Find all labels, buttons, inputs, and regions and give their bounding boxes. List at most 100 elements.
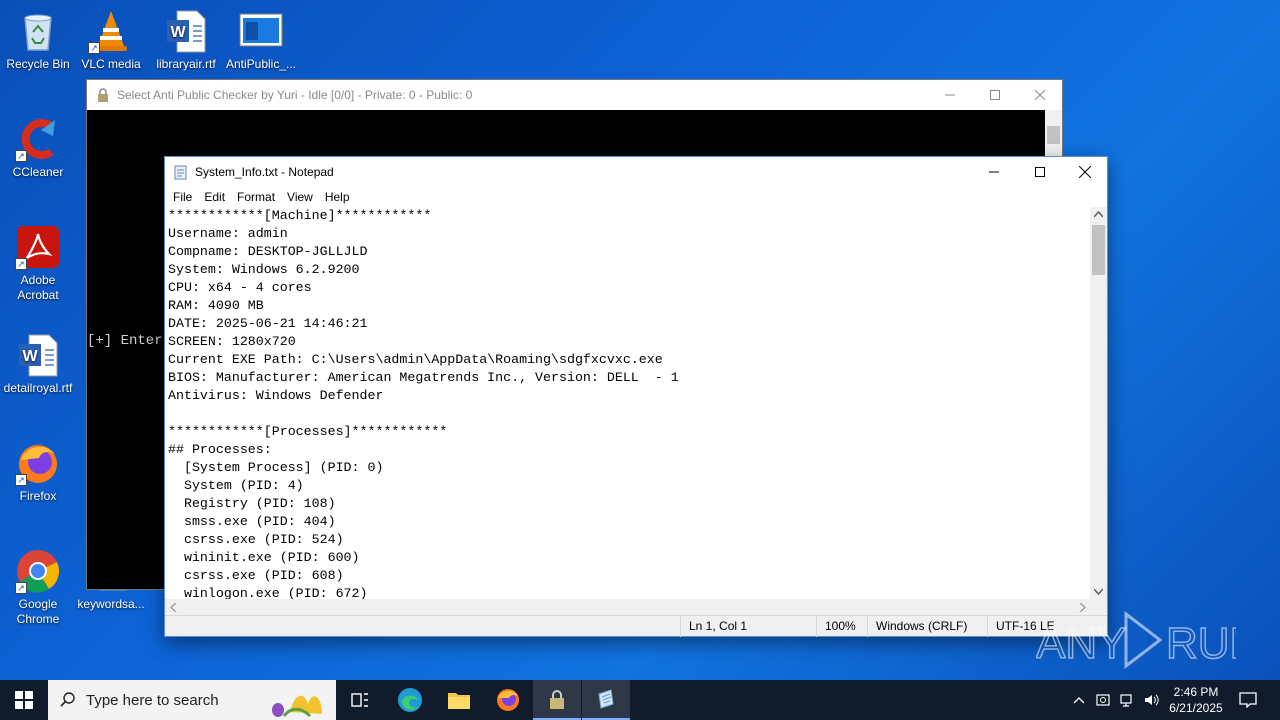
taskbar-file-explorer[interactable]	[435, 680, 483, 720]
text-line: BIOS: Manufacturer: American Megatrends …	[168, 370, 679, 385]
security-icon	[1096, 694, 1110, 706]
clock[interactable]: 2:46 PM 6/21/2025	[1164, 680, 1228, 720]
volume-icon	[1145, 694, 1159, 706]
text-line: [System Process] (PID: 0)	[168, 460, 384, 475]
text-line: csrss.exe (PID: 608)	[168, 568, 344, 583]
text-line: Username: admin	[168, 226, 288, 241]
text-line: smss.exe (PID: 404)	[168, 514, 336, 529]
tray-volume[interactable]	[1140, 680, 1162, 720]
minimize-button[interactable]	[971, 157, 1017, 187]
desktop-icon-vlc[interactable]: ↗ VLC media	[73, 8, 149, 72]
recycle-bin-icon	[15, 8, 61, 54]
maximize-icon	[1035, 167, 1045, 177]
menu-help[interactable]: Help	[319, 190, 356, 204]
start-button[interactable]	[0, 680, 48, 720]
antipublic-titlebar[interactable]: Select Anti Public Checker by Yuri - Idl…	[87, 80, 1062, 110]
notifications-button[interactable]	[1234, 680, 1262, 720]
search-placeholder: Type here to search	[86, 691, 219, 709]
notepad-title: System_Info.txt - Notepad	[195, 165, 334, 179]
folder-icon	[448, 693, 470, 709]
edge-icon	[398, 688, 422, 712]
maximize-button[interactable]	[972, 80, 1018, 110]
taskbar-edge[interactable]	[386, 680, 434, 720]
taskbar-firefox[interactable]	[484, 680, 532, 720]
text-line: Antivirus: Windows Defender	[168, 388, 384, 403]
clock-date: 6/21/2025	[1169, 701, 1223, 715]
notification-icon	[1239, 692, 1257, 708]
menu-view[interactable]: View	[281, 190, 319, 204]
desktop-icon-firefox[interactable]: ↗ Firefox	[0, 440, 76, 504]
menu-file[interactable]: File	[167, 190, 198, 204]
text-line: csrss.exe (PID: 524)	[168, 532, 344, 547]
play-triangle-icon	[1124, 610, 1163, 670]
taskbar-antipublic[interactable]	[533, 680, 581, 720]
padlock-icon	[95, 87, 111, 103]
scroll-up-icon[interactable]	[1094, 211, 1103, 218]
text-line	[168, 405, 1091, 423]
horizontal-scrollbar[interactable]	[165, 599, 1091, 616]
text-line: wininit.exe (PID: 600)	[168, 550, 360, 565]
menu-edit[interactable]: Edit	[198, 190, 231, 204]
minimize-icon	[945, 94, 955, 96]
text-editor[interactable]: ************[Machine]************ Usernam…	[165, 207, 1091, 599]
desktop-icon-acrobat[interactable]: ↗ Adobe Acrobat	[0, 224, 76, 303]
desktop-icon-ccleaner[interactable]: ↗ CCleaner	[0, 116, 76, 180]
text-line: winlogon.exe (PID: 672)	[168, 586, 368, 599]
vertical-scrollbar[interactable]	[1090, 207, 1107, 599]
close-button[interactable]	[1062, 157, 1108, 187]
scroll-left-icon[interactable]	[170, 603, 177, 612]
tray-show-hidden[interactable]	[1068, 680, 1090, 720]
status-position: Ln 1, Col 1	[680, 616, 747, 637]
text-line: Compname: DESKTOP-JGLLJLD	[168, 244, 368, 259]
task-view-button[interactable]	[336, 680, 384, 720]
scrollbar-thumb[interactable]	[1047, 126, 1060, 144]
text-line: ************[Processes]************	[168, 424, 448, 439]
svg-text:W: W	[170, 24, 186, 41]
tray-security[interactable]	[1092, 680, 1114, 720]
console-output: [+] Enter	[87, 333, 163, 349]
anyrun-watermark: ANY RUN	[1035, 608, 1262, 672]
firefox-icon	[497, 689, 519, 711]
scroll-down-icon[interactable]	[1094, 588, 1103, 595]
text-line: DATE: 2025-06-21 14:46:21	[168, 316, 368, 331]
text-line: System: Windows 6.2.9200	[168, 262, 360, 277]
taskbar: Type here to search 2:46 PM 6/21/2025	[0, 680, 1280, 720]
chevron-up-icon	[1073, 697, 1085, 704]
desktop-icon-antipublic[interactable]: AntiPublic_...	[223, 8, 299, 72]
desktop-icon-detailroyal[interactable]: W detailroyal.rtf	[0, 332, 76, 396]
close-button[interactable]	[1017, 80, 1063, 110]
desktop-icon-chrome[interactable]: ↗ Google Chrome	[0, 548, 76, 627]
text-line: SCREEN: 1280x720	[168, 334, 296, 349]
notepad-icon	[598, 689, 614, 709]
minimize-button[interactable]	[927, 80, 973, 110]
notepad-titlebar[interactable]: System_Info.txt - Notepad	[165, 157, 1107, 187]
taskbar-notepad[interactable]	[582, 680, 630, 720]
menu-bar: File Edit Format View Help	[165, 187, 1107, 207]
watermark-run: RUN	[1166, 619, 1236, 668]
word-document-icon: W	[15, 332, 61, 378]
desktop-icon-libraryair[interactable]: W libraryair.rtf	[148, 8, 224, 72]
word-document-icon: W	[163, 8, 209, 54]
taskbar-search[interactable]: Type here to search	[48, 680, 336, 720]
text-line: ## Processes:	[168, 442, 272, 457]
antipublic-title: Select Anti Public Checker by Yuri - Idl…	[117, 88, 473, 102]
notepad-icon	[173, 164, 189, 180]
desktop-icon-recycle-bin[interactable]: Recycle Bin	[0, 8, 76, 72]
search-icon	[60, 692, 75, 707]
watermark-any: ANY	[1036, 619, 1126, 668]
chrome-icon: ↗	[15, 548, 61, 594]
maximize-button[interactable]	[1017, 157, 1063, 187]
acrobat-icon: ↗	[15, 224, 61, 270]
windows-logo-icon	[15, 691, 33, 709]
menu-format[interactable]: Format	[231, 190, 281, 204]
app-window-icon	[238, 8, 284, 54]
maximize-icon	[990, 90, 1000, 100]
svg-text:W: W	[22, 348, 38, 365]
tray-network[interactable]	[1116, 680, 1138, 720]
clock-time: 2:46 PM	[1173, 685, 1219, 699]
scrollbar-thumb[interactable]	[1092, 225, 1105, 275]
status-zoom: 100%	[816, 616, 856, 637]
text-line: RAM: 4090 MB	[168, 298, 264, 313]
notepad-window[interactable]: System_Info.txt - Notepad File Edit Form…	[164, 156, 1108, 637]
search-decoration-icon	[272, 695, 322, 718]
